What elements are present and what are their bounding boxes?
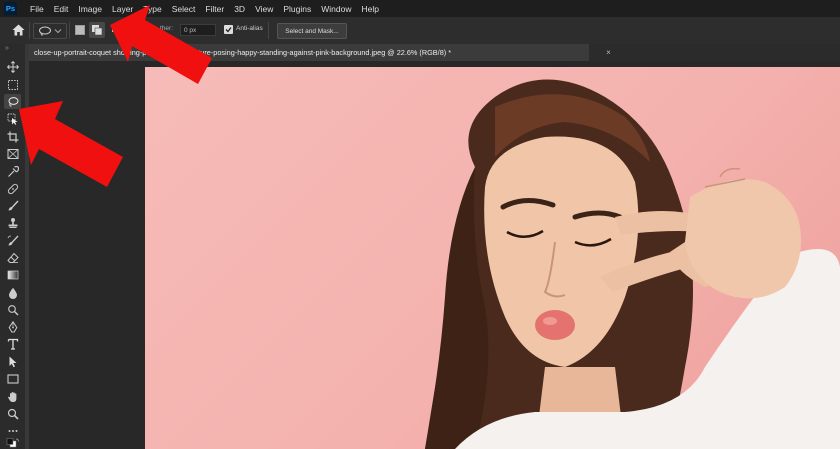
document-tab-title: close-up-portrait-coquet showing-peace-v…	[34, 48, 452, 57]
move-tool-icon[interactable]	[4, 59, 21, 74]
zoom-tool-icon[interactable]	[4, 406, 21, 421]
hand-tool-icon[interactable]	[4, 389, 21, 404]
clone-stamp-tool-icon[interactable]	[4, 215, 21, 230]
path-selection-tool-icon[interactable]	[4, 354, 21, 369]
canvas-image	[145, 67, 840, 449]
anti-alias-label: Anti-alias	[236, 25, 263, 32]
color-swatches-icon[interactable]	[4, 437, 21, 448]
history-brush-tool-icon[interactable]	[4, 233, 21, 248]
gradient-tool-icon[interactable]	[4, 267, 21, 282]
menu-window[interactable]: Window	[316, 4, 356, 14]
rectangle-tool-icon[interactable]	[4, 371, 21, 386]
close-tab-icon[interactable]: ×	[604, 48, 613, 57]
select-and-mask-button[interactable]: Select and Mask...	[277, 23, 347, 39]
dodge-tool-icon[interactable]	[4, 302, 21, 317]
tool-preset-picker[interactable]	[33, 23, 67, 39]
menu-edit[interactable]: Edit	[49, 4, 74, 14]
photoshop-logo: Ps	[4, 2, 17, 15]
marquee-tool-icon[interactable]	[4, 77, 21, 92]
home-icon[interactable]	[11, 23, 25, 37]
menu-file[interactable]: File	[25, 4, 49, 14]
divider	[29, 22, 30, 39]
pen-tool-icon[interactable]	[4, 319, 21, 334]
menu-help[interactable]: Help	[356, 4, 383, 14]
collapse-chevron-icon[interactable]: »	[5, 45, 9, 52]
brush-tool-icon[interactable]	[4, 198, 21, 213]
annotation-arrow-left	[19, 101, 123, 187]
portrait-photo-illustration	[425, 79, 840, 449]
anti-alias-checkbox[interactable]	[224, 25, 233, 34]
divider	[69, 22, 70, 39]
divider	[268, 22, 269, 39]
annotation-arrow-top	[110, 5, 212, 84]
menu-view[interactable]: View	[250, 4, 278, 14]
more-tools-icon[interactable]	[4, 423, 21, 438]
blur-tool-icon[interactable]	[4, 285, 21, 300]
menu-plugins[interactable]: Plugins	[278, 4, 316, 14]
menu-3d[interactable]: 3D	[229, 4, 250, 14]
new-selection-button[interactable]	[75, 25, 85, 35]
eraser-tool-icon[interactable]	[4, 250, 21, 265]
type-tool-icon[interactable]	[4, 336, 21, 351]
